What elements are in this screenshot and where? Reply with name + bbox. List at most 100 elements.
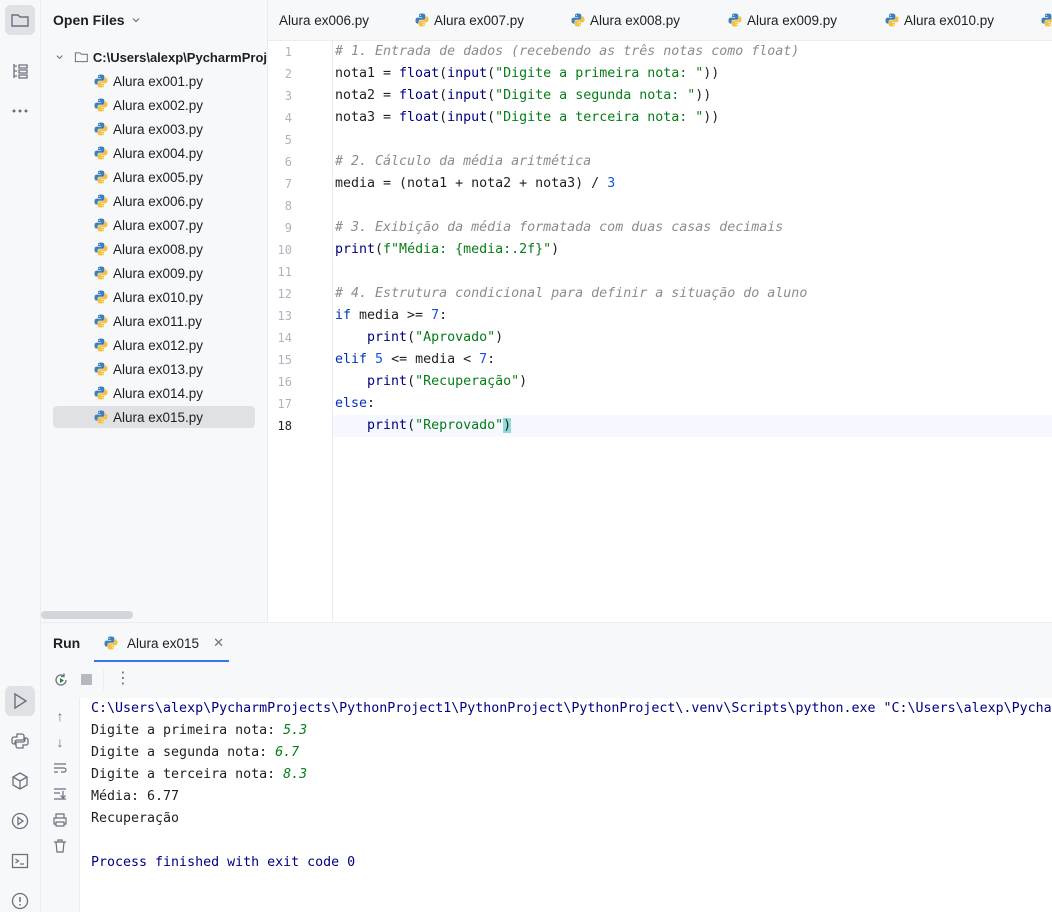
close-tab-icon[interactable]: ✕ [213,635,224,651]
editor-tab[interactable]: Alura ex008.py [570,0,680,40]
scroll-to-end-icon[interactable] [52,786,68,802]
tree-file-item[interactable]: Alura ex015.py [53,406,255,428]
tree-file-item[interactable]: Alura ex009.py [53,262,255,284]
scroll-down-icon[interactable]: ↓ [52,734,68,750]
python-file-icon [93,193,109,209]
tree-file-item[interactable]: Alura ex007.py [53,214,255,236]
console-side-toolbar: ↑ ↓ [41,698,80,912]
code-editor[interactable]: # 1. Entrada de dados (recebendo as três… [333,41,1052,621]
python-packages-icon[interactable] [5,766,35,796]
trash-icon[interactable] [52,838,68,854]
console-line: Digite a segunda nota: 6.7 [91,745,300,760]
code-line[interactable]: nota3 = float(input("Digite a terceira n… [335,107,719,129]
run-panel-title: Run [53,635,81,651]
tree-file-label: Alura ex002.py [113,97,204,113]
tree-file-item[interactable]: Alura ex013.py [53,358,255,380]
project-folder-icon[interactable] [5,5,35,35]
code-line[interactable]: print("Recuperação") [335,371,527,393]
line-number: 2 [284,67,292,81]
python-file-icon [93,289,109,305]
tree-file-label: Alura ex003.py [113,121,204,137]
rerun-icon[interactable] [53,672,69,693]
python-file-icon [414,12,430,28]
run-tool-icon[interactable] [5,686,35,716]
editor-tab[interactable]: Alura ex007.py [414,0,524,40]
tree-file-label: Alura ex008.py [113,241,204,257]
python-file-icon [93,241,109,257]
code-line[interactable]: # 1. Entrada de dados (recebendo as três… [335,41,799,63]
tree-file-label: Alura ex004.py [113,145,204,161]
code-line[interactable]: print("Reprovado") [335,415,512,437]
chevron-down-icon [132,18,140,23]
code-line[interactable]: print("Aprovado") [335,327,503,349]
line-number: 10 [277,243,292,257]
python-file-icon [93,361,109,377]
terminal-icon[interactable] [5,846,35,876]
soft-wrap-icon[interactable] [52,760,68,776]
line-number: 13 [277,309,292,323]
run-tab-label: Alura ex015 [127,635,200,651]
tree-file-item[interactable]: Alura ex008.py [53,238,255,260]
python-file-icon [93,385,109,401]
tree-file-label: Alura ex013.py [113,361,204,377]
scroll-up-icon[interactable]: ↑ [52,708,68,724]
services-icon[interactable] [5,806,35,836]
tree-file-item[interactable]: Alura ex005.py [53,166,255,188]
console-command-line: C:\Users\alexp\PycharmProjects\PythonPro… [91,701,1052,716]
line-number: 17 [277,397,292,411]
tree-file-item[interactable]: Alura ex014.py [53,382,255,404]
print-icon[interactable] [52,812,68,828]
chevron-down-icon [56,55,63,60]
code-line[interactable]: # 3. Exibição da média formatada com dua… [335,217,783,239]
python-file-icon[interactable] [1040,12,1052,28]
structure-icon[interactable] [5,56,35,86]
line-number: 15 [277,353,292,367]
editor-tab[interactable]: Alura ex006.py [268,0,369,40]
toolbar-divider [103,670,104,690]
editor-tab-label: Alura ex008.py [590,12,681,28]
stop-icon[interactable] [81,674,92,685]
tree-file-item[interactable]: Alura ex003.py [53,118,255,140]
root-folder-label: C:\Users\alexp\PycharmProj [92,49,267,65]
more-tools-icon[interactable] [5,96,35,126]
tree-file-item[interactable]: Alura ex006.py [53,190,255,212]
tree-file-label: Alura ex014.py [113,385,204,401]
code-line[interactable]: print(f"Média: {media:.2f}") [335,239,559,261]
tree-file-item[interactable]: Alura ex011.py [53,310,255,332]
horizontal-scrollbar[interactable] [41,611,133,619]
editor-tab-label: Alura ex009.py [747,12,838,28]
line-gutter: 1 2 3 4 5 6 7 8 9 10 11 12 13 14 15 16 17 18 [268,41,333,621]
python-file-icon [103,635,119,651]
code-line[interactable]: nota2 = float(input("Digite a segunda no… [335,85,711,107]
tree-file-label: Alura ex009.py [113,265,204,281]
open-files-dropdown[interactable]: Open Files [53,12,141,28]
editor-tab[interactable]: Alura ex010.py [884,0,994,40]
tree-file-item[interactable]: Alura ex002.py [53,94,255,116]
code-line[interactable]: media = (nota1 + nota2 + nota3) / 3 [335,173,615,195]
run-tab[interactable]: Alura ex015 ✕ [103,623,224,663]
tree-file-item[interactable]: Alura ex012.py [53,334,255,356]
line-number: 12 [277,287,292,301]
python-console-icon[interactable] [5,726,35,756]
console-line: Média: 6.77 [91,789,180,804]
line-number: 9 [284,221,292,235]
console-output[interactable]: C:\Users\alexp\PycharmProjects\PythonPro… [80,698,1052,912]
line-number: 18 [277,419,292,433]
tree-file-item[interactable]: Alura ex004.py [53,142,255,164]
code-line[interactable]: else: [335,393,375,415]
code-line[interactable]: elif 5 <= media < 7: [335,349,495,371]
tree-file-item[interactable]: Alura ex001.py [53,70,255,92]
editor-tabs: Alura ex006.py Alura ex007.py Alura ex008.… [268,0,1052,41]
tree-file-item[interactable]: Alura ex010.py [53,286,255,308]
run-toolbar: ⋮ [41,662,1052,699]
code-line[interactable]: # 2. Cálculo da média aritmética [335,151,591,173]
tree-file-label: Alura ex006.py [113,193,204,209]
editor-tab-label: Alura ex006.py [279,12,370,28]
tree-root-folder[interactable]: C:\Users\alexp\PycharmProj [55,46,267,68]
more-options-icon[interactable]: ⋮ [115,670,131,688]
line-number: 3 [284,89,292,103]
editor-tab[interactable]: Alura ex009.py [727,0,837,40]
code-line[interactable]: nota1 = float(input("Digite a primeira n… [335,63,719,85]
code-line[interactable]: if media >= 7: [335,305,447,327]
code-line[interactable]: # 4. Estrutura condicional para definir … [335,283,807,305]
